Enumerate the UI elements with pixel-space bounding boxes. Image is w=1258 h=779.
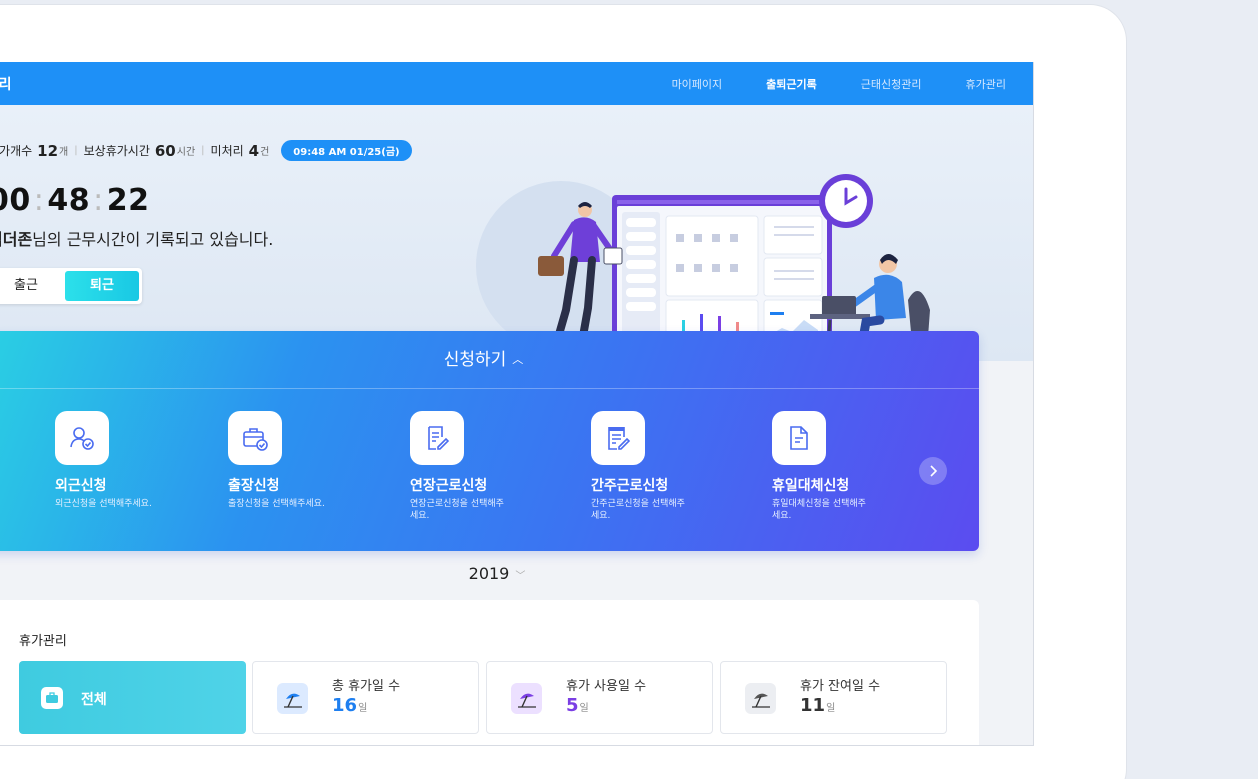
apply-item-name: 외근신청	[55, 478, 107, 494]
comp-leave-value: 60	[154, 141, 176, 160]
chevron-right-icon	[930, 465, 938, 477]
app-title: 근태관리	[0, 74, 12, 94]
hero-section: 휴가개수 12 개 | 보상휴가시간 60 시간 | 미처리 4 건 09:48…	[0, 105, 1033, 370]
leave-tile-value: 11일	[800, 695, 835, 716]
apply-item-name: 휴일대체신청	[772, 478, 850, 494]
day-unit: 일	[826, 703, 836, 714]
divider: |	[201, 145, 205, 156]
leave-tile-value: 16일	[332, 695, 367, 716]
pending-label: 미처리	[210, 144, 244, 158]
nav-menu: 마이페이지 출퇴근기록 근태신청관리 휴가관리	[672, 76, 1006, 92]
datetime-badge: 09:48 AM 01/25(금)	[281, 140, 412, 161]
message-text: 님의 근무시간이 기록되고 있습니다.	[32, 230, 274, 249]
recording-message: 김더존님의 근무시간이 기록되고 있습니다.	[0, 226, 273, 250]
leave-count-unit: 개	[59, 147, 69, 158]
leave-tile-all-label: 전체	[81, 692, 107, 708]
leave-count-label: 휴가개수	[0, 144, 33, 158]
briefcase-icon	[41, 687, 63, 709]
divider: |	[74, 145, 78, 156]
comp-leave-label: 보상휴가시간	[83, 144, 150, 158]
app-screen: 근태관리 마이페이지 출퇴근기록 근태신청관리 휴가관리 휴가개수 12 개 |…	[0, 62, 1034, 746]
leave-tile-used[interactable]: 휴가 사용일 수 5일	[486, 661, 713, 734]
check-in-button[interactable]: 출근	[0, 268, 64, 304]
attendance-toggle: 출근 퇴근	[0, 268, 142, 304]
apply-item-desc: 휴일대체신청을 선택해주세요.	[772, 499, 866, 521]
timer-minutes: 48	[47, 183, 91, 218]
apply-item-business-trip[interactable]: 출장신청 출장신청을 선택해주세요.	[228, 411, 388, 510]
leave-tile-total[interactable]: 총 휴가일 수 16일	[252, 661, 479, 734]
apply-item-name: 출장신청	[228, 478, 280, 494]
comp-leave-unit: 시간	[176, 147, 196, 158]
summary-stats: 휴가개수 12 개 | 보상휴가시간 60 시간 | 미처리 4 건 09:48…	[0, 140, 412, 161]
chevron-down-icon: ﹀	[515, 571, 526, 582]
apply-item-desc: 간주근로신청을 선택해주세요.	[591, 499, 685, 521]
apply-item-outside-work[interactable]: 외근신청 외근신청을 선택해주세요.	[55, 411, 215, 510]
beach-umbrella-icon	[277, 683, 308, 714]
nav-item-mypage[interactable]: 마이페이지	[672, 76, 723, 92]
apply-item-holiday-substitute[interactable]: 휴일대체신청 휴일대체신청을 선택해주세요.	[772, 411, 867, 522]
year-value: 2019	[468, 564, 510, 583]
leave-card-title: 휴가관리	[19, 634, 67, 649]
document-icon	[772, 411, 826, 465]
year-selector[interactable]: 2019 ﹀	[0, 564, 1033, 583]
apply-item-desc: 외근신청을 선택해주세요.	[55, 499, 152, 509]
apply-panel: 신청하기 ︿ 외근신청 외근신청을 선택해주세요. 출장신청 출장신청을 선택해주…	[0, 331, 979, 551]
briefcase-check-icon	[228, 411, 282, 465]
user-name: 김더존	[0, 230, 33, 249]
beach-umbrella-icon	[511, 683, 542, 714]
nav-item-leave-management[interactable]: 휴가관리	[966, 76, 1006, 92]
apply-item-name: 연장근로신청	[410, 478, 488, 494]
next-arrow-button[interactable]	[919, 457, 947, 485]
remaining-leave-days: 11	[800, 695, 826, 716]
work-timer: 00:48:22	[0, 183, 149, 218]
leave-tile-value: 5일	[566, 695, 589, 716]
day-unit: 일	[358, 703, 368, 714]
beach-umbrella-icon	[745, 683, 776, 714]
leave-tile-remaining[interactable]: 휴가 잔여일 수 11일	[720, 661, 947, 734]
apply-item-name: 간주근로신청	[591, 478, 669, 494]
leave-tile-name: 휴가 잔여일 수	[800, 679, 881, 694]
pending-value: 4	[248, 141, 260, 160]
user-check-icon	[55, 411, 109, 465]
leave-tile-name: 휴가 사용일 수	[566, 679, 647, 694]
tablet-frame: 근태관리 마이페이지 출퇴근기록 근태신청관리 휴가관리 휴가개수 12 개 |…	[0, 5, 1126, 779]
top-navbar: 근태관리 마이페이지 출퇴근기록 근태신청관리 휴가관리	[0, 62, 1033, 105]
apply-panel-title: 신청하기	[443, 350, 507, 370]
apply-item-desc: 연장근로신청을 선택해주세요.	[410, 499, 504, 521]
timer-seconds: 22	[106, 183, 150, 218]
timer-hours: 00	[0, 183, 31, 218]
nav-item-request-management[interactable]: 근태신청관리	[861, 76, 922, 92]
chevron-up-icon: ︿	[512, 353, 524, 366]
apply-item-overtime[interactable]: 연장근로신청 연장근로신청을 선택해주세요.	[410, 411, 505, 522]
apply-item-desc: 출장신청을 선택해주세요.	[228, 499, 325, 509]
apply-item-deemed-work[interactable]: 간주근로신청 간주근로신청을 선택해주세요.	[591, 411, 686, 522]
leave-management-card: 휴가관리 전체 총 휴가일 수 16일 휴가 사용일 수 5일 휴가 잔여일 수…	[0, 600, 979, 745]
used-leave-days: 5	[566, 695, 579, 716]
leave-tile-all[interactable]: 전체	[19, 661, 246, 734]
leave-tile-name: 총 휴가일 수	[332, 679, 401, 694]
pending-unit: 건	[260, 147, 270, 158]
document-edit-icon	[410, 411, 464, 465]
form-edit-icon	[591, 411, 645, 465]
leave-count-value: 12	[37, 141, 59, 160]
day-unit: 일	[579, 703, 589, 714]
nav-item-attendance-records[interactable]: 출퇴근기록	[766, 76, 817, 92]
apply-panel-header[interactable]: 신청하기 ︿	[0, 331, 979, 389]
total-leave-days: 16	[332, 695, 358, 716]
check-out-button[interactable]: 퇴근	[65, 271, 139, 301]
